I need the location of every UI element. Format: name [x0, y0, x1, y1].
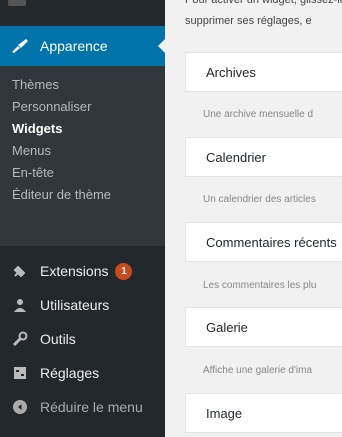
menu-label: Apparence [40, 38, 108, 54]
menu-collapse[interactable]: Réduire le menu [0, 390, 165, 424]
apparence-submenu: Thèmes Personnaliser Widgets Menus En-tê… [0, 66, 165, 246]
widget-description: Affiche une galerie d'ima [203, 365, 313, 376]
menu-label: Réglages [40, 365, 100, 381]
submenu-themes[interactable]: Thèmes [0, 74, 165, 96]
plugin-icon [0, 263, 40, 279]
settings-icon [0, 365, 40, 381]
menu-item-reglages[interactable]: Réglages [0, 356, 165, 390]
widget-title: Galerie [206, 320, 248, 335]
widget-title: Calendrier [206, 150, 266, 165]
widget-title: Commentaires récents [206, 235, 337, 250]
submenu-editeur-theme[interactable]: Éditeur de thème [0, 184, 165, 206]
menu-label: Extensions [40, 263, 109, 279]
widget-description: Une archive mensuelle d [203, 109, 314, 120]
widget-description: Un calendrier des articles [203, 194, 316, 205]
menu-item-utilisateurs[interactable]: Utilisateurs [0, 288, 165, 322]
submenu-widgets[interactable]: Widgets [0, 118, 165, 140]
menu-item-outils[interactable]: Outils [0, 322, 165, 356]
submenu-en-tete[interactable]: En-tête [0, 162, 165, 184]
intro-line-2: supprimer ses réglages, e [185, 15, 312, 27]
paintbrush-icon [0, 38, 40, 54]
sidebar-top-cut [0, 0, 165, 26]
widget-description: Les commentaires les plu [203, 280, 317, 291]
menu-item-apparence[interactable]: Apparence [0, 26, 166, 66]
submenu-menus[interactable]: Menus [0, 140, 165, 162]
widget-image[interactable]: Image [185, 393, 342, 433]
update-count-badge: 1 [115, 262, 133, 280]
admin-sidebar: Apparence Thèmes Personnaliser Widgets M… [0, 0, 166, 437]
widget-commentaires-recents[interactable]: Commentaires récents [185, 222, 342, 262]
collapse-icon [0, 400, 40, 414]
main-menu: Extensions 1 Utilisateurs Outils Réglage… [0, 254, 165, 424]
wrench-icon [0, 331, 40, 347]
menu-label: Réduire le menu [40, 399, 143, 415]
widget-archives[interactable]: Archives [185, 52, 342, 92]
menu-label: Outils [40, 331, 76, 347]
menu-item-extensions[interactable]: Extensions 1 [0, 254, 165, 288]
widget-title: Archives [206, 65, 256, 80]
users-icon [0, 297, 40, 313]
menu-label: Utilisateurs [40, 297, 110, 313]
widgets-panel: Pour activer un widget, glissez-le suppr… [165, 0, 342, 437]
intro-line-1: Pour activer un widget, glissez-le [185, 0, 342, 6]
widget-calendrier[interactable]: Calendrier [185, 137, 342, 177]
submenu-personnaliser[interactable]: Personnaliser [0, 96, 165, 118]
widget-title: Image [206, 406, 243, 421]
previous-menu-icon [8, 0, 26, 6]
widget-galerie[interactable]: Galerie [185, 307, 342, 347]
